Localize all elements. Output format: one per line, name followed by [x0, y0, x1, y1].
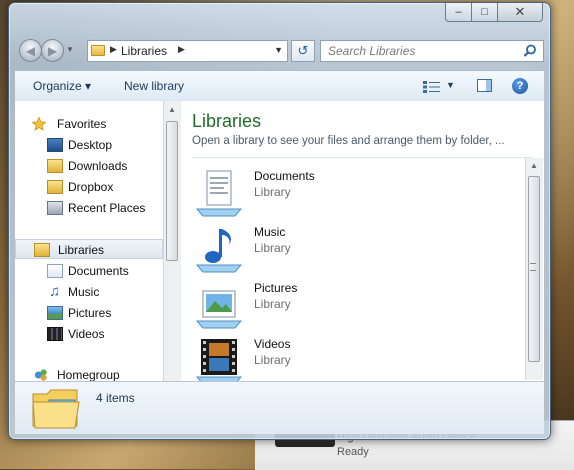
nav-label: Pictures: [68, 306, 112, 320]
scrollbar-thumb[interactable]: [166, 121, 178, 261]
homegroup-icon: [34, 369, 47, 381]
breadcrumb-chevron-icon[interactable]: ▶: [110, 44, 117, 55]
library-type: Library: [254, 353, 291, 367]
view-options-dropdown-icon[interactable]: ▼: [446, 80, 455, 90]
nav-label: Downloads: [68, 159, 128, 173]
downloads-folder-icon: [47, 159, 63, 173]
scrollbar-grip: [530, 263, 536, 271]
device-status: Ready: [337, 446, 369, 458]
recent-pages-dropdown[interactable]: ▼: [66, 45, 74, 54]
item-count: 4 items: [96, 391, 135, 405]
navigation-row: ◀ ▶ ▼ ▶ Libraries ▶ ▼ ↺ Search Libraries: [15, 37, 544, 65]
nav-item-desktop[interactable]: Desktop: [15, 135, 163, 155]
music-note-icon: ♫: [49, 283, 61, 300]
nav-label: Music: [68, 285, 100, 299]
divider: [192, 157, 532, 158]
address-dropdown-icon[interactable]: ▼: [274, 45, 283, 55]
nav-item-pictures[interactable]: Pictures: [15, 303, 163, 323]
nav-label: Favorites: [57, 117, 107, 131]
nav-label: Recent Places: [68, 201, 146, 215]
minimize-button[interactable]: –: [445, 3, 472, 22]
new-library-button[interactable]: New library: [124, 79, 184, 93]
library-item-music[interactable]: Music Library: [195, 221, 515, 273]
forward-button[interactable]: ▶: [41, 39, 64, 62]
refresh-button[interactable]: ↺: [291, 40, 315, 62]
libraries-folder-icon: [91, 45, 105, 56]
command-bar: Organize ▾ New library ▼ ?: [15, 70, 544, 103]
library-type: Library: [254, 297, 291, 311]
library-name: Music: [254, 225, 286, 239]
nav-item-downloads[interactable]: Downloads: [15, 156, 163, 176]
dropbox-folder-icon: [47, 180, 63, 194]
address-bar[interactable]: ▶ Libraries ▶ ▼: [87, 40, 288, 62]
back-arrow-icon: ◀: [25, 43, 36, 58]
pictures-icon: [47, 306, 63, 320]
pictures-library-icon: [195, 290, 243, 329]
library-type: Library: [254, 185, 291, 199]
libraries-folder-icon: [32, 389, 80, 429]
nav-label: Libraries: [58, 243, 105, 257]
nav-label: Documents: [68, 264, 129, 278]
documents-icon: [47, 264, 63, 278]
navigation-pane-scrollbar[interactable]: ▲: [163, 101, 181, 381]
desktop-icon: [47, 138, 63, 152]
libraries-icon: [34, 243, 50, 257]
videos-library-icon: [195, 339, 243, 381]
breadcrumb-chevron-icon[interactable]: ▶: [178, 44, 185, 55]
library-item-pictures[interactable]: Pictures Library: [195, 277, 515, 329]
library-list: Documents Library Music Library Pictures…: [181, 159, 526, 381]
page-description: Open a library to see your files and arr…: [192, 135, 505, 147]
maximize-button[interactable]: □: [472, 3, 498, 22]
nav-label: Videos: [68, 327, 105, 341]
nav-label: Dropbox: [68, 180, 114, 194]
library-item-documents[interactable]: Documents Library: [195, 165, 515, 217]
scroll-up-icon[interactable]: ▲: [168, 105, 176, 114]
library-name: Videos: [254, 337, 291, 351]
nav-label: Desktop: [68, 138, 113, 152]
nav-favorites[interactable]: Favorites: [15, 114, 163, 134]
nav-item-dropbox[interactable]: Dropbox: [15, 177, 163, 197]
details-pane: 4 items: [15, 381, 544, 434]
preview-pane-icon[interactable]: [477, 79, 492, 92]
library-name: Documents: [254, 169, 315, 183]
back-button[interactable]: ◀: [19, 39, 42, 62]
music-library-icon: [195, 229, 243, 273]
search-input[interactable]: Search Libraries: [320, 40, 544, 62]
content-scrollbar[interactable]: ▲: [525, 158, 543, 380]
nav-item-videos[interactable]: Videos: [15, 324, 163, 344]
nav-item-documents[interactable]: Documents: [15, 261, 163, 281]
library-item-videos[interactable]: Videos Library: [195, 333, 515, 381]
nav-item-music[interactable]: ♫ Music: [15, 282, 163, 302]
help-button[interactable]: ?: [512, 78, 528, 94]
breadcrumb-libraries[interactable]: Libraries: [121, 44, 167, 58]
search-placeholder: Search Libraries: [328, 44, 416, 58]
videos-film-icon: [47, 327, 63, 341]
navigation-pane: Favorites Desktop Downloads Dropbox Rece…: [15, 101, 163, 381]
search-icon[interactable]: [523, 44, 537, 58]
close-button[interactable]: ✕: [498, 3, 543, 22]
library-type: Library: [254, 241, 291, 255]
page-title: Libraries: [192, 111, 262, 131]
nav-libraries[interactable]: Libraries: [15, 239, 163, 259]
organize-menu[interactable]: Organize ▾: [33, 79, 91, 93]
forward-arrow-icon: ▶: [47, 43, 58, 58]
caption-buttons: – □ ✕: [445, 3, 543, 23]
scroll-up-icon[interactable]: ▲: [530, 161, 538, 170]
documents-library-icon: [195, 170, 243, 217]
favorites-star-icon: [31, 117, 47, 131]
nav-item-recent-places[interactable]: Recent Places: [15, 198, 163, 218]
change-view-icon[interactable]: [422, 80, 442, 94]
content-pane: Libraries Open a library to see your fil…: [181, 101, 544, 381]
nav-homegroup[interactable]: Homegroup: [15, 365, 163, 381]
nav-label: Homegroup: [57, 368, 120, 381]
library-name: Pictures: [254, 281, 298, 295]
recent-places-icon: [47, 201, 63, 215]
refresh-icon: ↺: [297, 43, 309, 58]
explorer-window: – □ ✕ ◀ ▶ ▼ ▶ Libraries ▶ ▼ ↺ Search Lib…: [8, 2, 551, 440]
